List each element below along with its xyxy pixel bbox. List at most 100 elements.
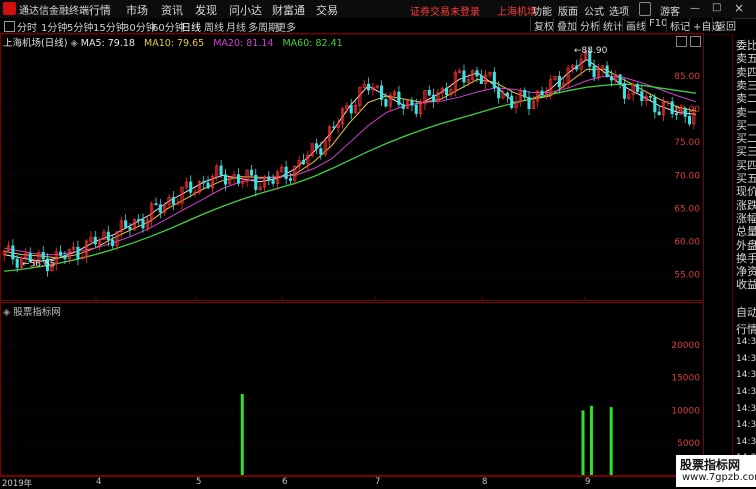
y-tick-label: 55.00 <box>674 271 700 281</box>
grid-icon[interactable] <box>4 21 15 32</box>
ma60-label: MA60: 82.41 <box>282 38 343 49</box>
btn-draw[interactable]: 画线 <box>622 18 646 33</box>
tab-multi-period[interactable]: 多周期 <box>248 19 278 34</box>
chart-config-icon[interactable] <box>690 36 701 47</box>
btn-overlay[interactable]: 叠加 <box>553 18 577 33</box>
quote-panel-item: 自动 <box>736 306 756 319</box>
app-logo-icon <box>3 2 16 15</box>
menu-discover[interactable]: 发现 <box>195 2 217 18</box>
btn-back[interactable]: 返回 <box>712 18 736 33</box>
btn-analysis[interactable]: 分析 <box>576 18 600 33</box>
candle-body <box>236 174 240 184</box>
candle-body <box>332 126 336 129</box>
candle-body <box>414 104 418 114</box>
lock-icon[interactable] <box>639 2 651 16</box>
menu-layout[interactable]: 版面 <box>558 3 578 18</box>
quote-panel-item: 14:30 <box>736 403 756 414</box>
menu-quotes[interactable]: 行情 <box>89 2 111 18</box>
candle-body <box>445 87 449 96</box>
candle-body <box>410 100 414 106</box>
indicator-frame <box>0 302 704 476</box>
candle-body <box>206 182 210 189</box>
indicator-y-tick: 5000 <box>677 439 700 449</box>
menu-guest[interactable]: 游客 <box>660 3 680 18</box>
x-label-jul: 7 <box>375 477 381 487</box>
candle-body <box>367 83 371 91</box>
menu-news[interactable]: 资讯 <box>161 2 183 18</box>
candle-body <box>609 76 614 81</box>
candle-body <box>479 75 483 84</box>
candle-body <box>349 105 353 114</box>
menu-trade[interactable]: 交易 <box>316 2 338 18</box>
candle-body <box>154 203 158 206</box>
tab-weekly[interactable]: 周线 <box>204 19 224 34</box>
candle-body <box>106 231 110 241</box>
x-label-apr: 4 <box>96 477 102 487</box>
candle-body <box>202 181 206 184</box>
maximize-icon[interactable]: □ <box>712 2 721 13</box>
candle-body <box>254 174 258 191</box>
indicator-chart[interactable]: 5000 10000 15000 20000 <box>0 302 704 476</box>
y-tick-label: 70.00 <box>674 171 700 181</box>
close-icon[interactable]: × <box>734 1 744 15</box>
ma-legend: 上海机场(日线) ◈ MA5: 79.18 MA10: 79.65 MA20: … <box>3 35 349 49</box>
btn-adjust[interactable]: 复权 <box>530 18 554 33</box>
candle-body <box>401 104 405 109</box>
chart-expand-icon[interactable] <box>676 36 687 47</box>
tab-30min[interactable]: 30分钟 <box>123 19 156 34</box>
x-label-aug: 8 <box>482 477 488 487</box>
candle-body <box>141 219 145 229</box>
quote-panel-item: 14:30 <box>736 420 756 431</box>
stock-title: 上海机场 <box>497 7 537 18</box>
low-label: ←56.65 <box>22 260 55 270</box>
menu-functions[interactable]: 功能 <box>532 3 552 18</box>
kline-chart[interactable]: 55.0060.0065.0070.0075.0080.0085.00←88.9… <box>0 33 704 301</box>
ma5-label: MA5: 79.18 <box>80 38 135 49</box>
candle-body <box>648 95 653 98</box>
indicator-bar <box>609 407 613 475</box>
candle-body <box>76 246 80 260</box>
candle-body <box>557 76 561 88</box>
menu-market[interactable]: 市场 <box>126 2 148 18</box>
x-label-year: 2019年 <box>2 479 33 489</box>
candle-body <box>427 89 431 96</box>
menu-options[interactable]: 选项 <box>609 3 629 18</box>
menu-wealth[interactable]: 财富通 <box>272 2 305 18</box>
minimize-icon[interactable]: — <box>690 3 700 14</box>
candle-body <box>462 70 466 83</box>
btn-stats[interactable]: 统计 <box>599 18 623 33</box>
candle-body <box>189 181 193 193</box>
tab-more[interactable]: 更多 <box>276 19 296 34</box>
ma10-label: MA10: 79.65 <box>144 38 205 49</box>
menu-formula[interactable]: 公式 <box>584 3 604 18</box>
indicator-settings-icon[interactable]: ◈ <box>3 307 10 318</box>
quote-panel-item: 14:30 <box>736 370 756 381</box>
settings-icon[interactable]: ◈ <box>70 38 77 49</box>
candle-body <box>41 251 45 260</box>
login-warning[interactable]: 证券交易未登录 <box>410 3 480 18</box>
candle-body <box>63 255 67 260</box>
tab-monthly[interactable]: 月线 <box>226 19 246 34</box>
quote-panel-item: 行情 <box>736 322 756 336</box>
tab-15min[interactable]: 15分钟 <box>93 19 126 34</box>
indicator-name: 股票指标网 <box>13 307 61 318</box>
tab-1min[interactable]: 1分钟 <box>41 19 67 34</box>
btn-mark[interactable]: 标记 <box>666 18 690 33</box>
date-axis <box>0 476 704 488</box>
tab-intraday[interactable]: 分时 <box>17 19 37 34</box>
high-label: ←88.90 <box>574 46 608 56</box>
watermark-url: www.7gpzb.com <box>682 472 756 483</box>
btn-f10[interactable]: F10 <box>645 18 667 32</box>
candle-body <box>11 245 15 260</box>
menu-ask[interactable]: 问小达 <box>229 2 262 18</box>
tab-60min[interactable]: 60分钟 <box>152 19 185 34</box>
candle-body <box>219 165 223 176</box>
tab-daily[interactable]: 日线 <box>181 19 201 34</box>
candle-body <box>475 70 479 77</box>
candle-body <box>674 113 679 116</box>
candle-body <box>137 219 141 221</box>
tab-5min[interactable]: 5分钟 <box>67 19 93 34</box>
indicator-bar <box>581 410 585 475</box>
candle-body <box>171 197 175 205</box>
candle-body <box>15 258 19 268</box>
